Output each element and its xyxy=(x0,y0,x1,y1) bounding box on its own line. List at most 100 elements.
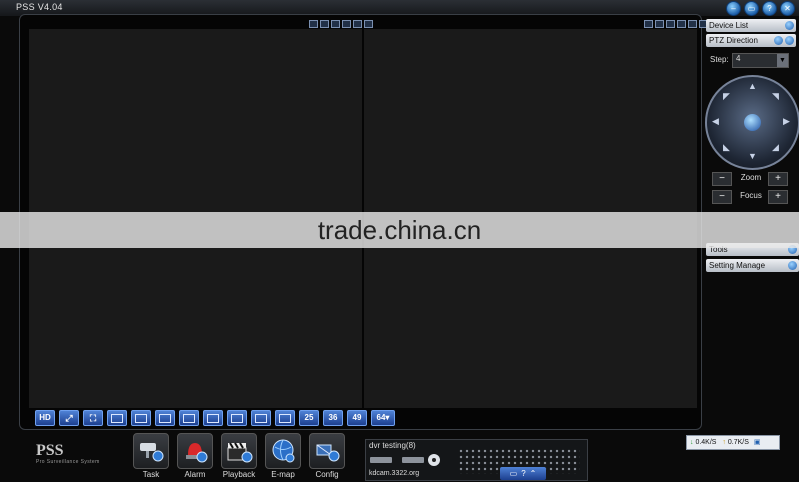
dock-alarm[interactable]: Alarm xyxy=(177,433,213,479)
ptz-left-arrow-icon[interactable]: ◀ xyxy=(712,116,719,127)
setting-manage-header[interactable]: Setting Manage xyxy=(706,259,799,272)
expand-icon[interactable] xyxy=(785,21,794,30)
fullscreen-button[interactable]: ⛶ xyxy=(83,410,103,426)
network-settings-icon[interactable]: ▣ xyxy=(754,439,761,446)
pane-talk-icon[interactable] xyxy=(677,20,686,28)
step-value: 4 xyxy=(736,54,741,63)
dock-playback[interactable]: Playback xyxy=(221,433,257,479)
alarm-light-icon xyxy=(177,433,213,469)
upload-rate: 0.7K/S xyxy=(727,439,749,446)
device-list-header[interactable]: Device List xyxy=(706,19,796,32)
dock-playback-label: Playback xyxy=(222,470,256,479)
window-controls: – ▭ ? ✕ xyxy=(726,1,795,16)
config-icon xyxy=(309,433,345,469)
setting-manage-label: Setting Manage xyxy=(709,261,766,270)
watermark: trade.china.cn xyxy=(0,212,799,248)
focus-row: − Focus + xyxy=(710,190,790,204)
dock-emap-label: E-map xyxy=(271,470,295,479)
dock-task[interactable]: Task xyxy=(133,433,169,479)
layout-8-icon xyxy=(183,413,195,423)
pane-record-icon[interactable] xyxy=(644,20,653,28)
pane-fullscreen-icon[interactable] xyxy=(353,20,362,28)
fit-button[interactable]: ⤢ xyxy=(59,410,79,426)
layout-16-icon xyxy=(255,413,267,423)
focus-out-button[interactable]: − xyxy=(712,190,732,204)
layout-13-button[interactable] xyxy=(227,410,247,426)
bottom-dock: Task Alarm Playback E-map Config xyxy=(133,433,345,479)
help-button[interactable]: ? xyxy=(762,1,777,16)
ptz-settings-icon[interactable] xyxy=(774,36,783,45)
layout-16-button[interactable] xyxy=(251,410,271,426)
layout-4-button[interactable] xyxy=(131,410,151,426)
video-pane-2[interactable] xyxy=(364,29,697,212)
pane-fullscreen-icon[interactable] xyxy=(688,20,697,28)
layout-6-icon xyxy=(159,413,171,423)
zoom-out-button[interactable]: − xyxy=(712,172,732,186)
layout-13-icon xyxy=(231,413,243,423)
layout-9-button[interactable] xyxy=(203,410,223,426)
pss-logo-subtitle: Pro Surveillance System xyxy=(36,459,100,465)
layout-9-icon xyxy=(207,413,219,423)
layout-25-button[interactable]: 25 xyxy=(299,410,319,426)
layout-36-button[interactable]: 36 xyxy=(323,410,343,426)
ptz-downright-arrow-icon[interactable]: ◢ xyxy=(772,142,779,153)
video-pane-3[interactable] xyxy=(29,248,362,408)
ptz-direction-pad[interactable]: ▲ ▼ ◀ ▶ ◤ ◥ ◣ ◢ xyxy=(705,75,799,170)
pane-close-icon[interactable] xyxy=(364,20,373,28)
ptz-direction-label: PTZ Direction xyxy=(709,36,758,45)
camera-icon xyxy=(133,433,169,469)
layout-1-button[interactable] xyxy=(107,410,127,426)
download-arrow-icon: ↓ xyxy=(690,439,694,446)
ptz-upright-arrow-icon[interactable]: ◥ xyxy=(772,91,779,102)
ptz-center-button[interactable] xyxy=(744,114,761,131)
dock-emap[interactable]: E-map xyxy=(265,433,301,479)
zoom-row: − Zoom + xyxy=(710,172,790,186)
step-select[interactable]: 4 ▼ xyxy=(732,53,789,68)
video-pane-1[interactable] xyxy=(29,29,362,212)
ptz-right-arrow-icon[interactable]: ▶ xyxy=(783,116,790,127)
dock-config[interactable]: Config xyxy=(309,433,345,479)
close-button[interactable]: ✕ xyxy=(780,1,795,16)
layout-8-button[interactable] xyxy=(179,410,199,426)
ptz-downleft-arrow-icon[interactable]: ◣ xyxy=(723,142,730,153)
ptz-down-arrow-icon[interactable]: ▼ xyxy=(748,151,757,161)
pss-logo: PSS xyxy=(36,442,64,459)
mini-toolbar: ▭ ? ⌃ xyxy=(500,467,546,480)
pane-snapshot-icon[interactable] xyxy=(655,20,664,28)
maximize-button[interactable]: ▭ xyxy=(744,1,759,16)
hd-button[interactable]: HD xyxy=(35,410,55,426)
help-icon[interactable]: ? xyxy=(521,469,525,478)
collapse-icon[interactable] xyxy=(785,36,794,45)
chevron-icon[interactable]: ⌃ xyxy=(530,469,537,478)
ptz-upleft-arrow-icon[interactable]: ◤ xyxy=(723,91,730,102)
dock-task-label: Task xyxy=(142,470,160,479)
keyboard-icon[interactable]: ▭ xyxy=(510,469,518,478)
right-panel: Device List PTZ Direction xyxy=(706,19,796,49)
ptz-direction-header[interactable]: PTZ Direction xyxy=(706,34,796,47)
layout-6-button[interactable] xyxy=(155,410,175,426)
layout-49-button[interactable]: 49 xyxy=(347,410,367,426)
pane-talk-icon[interactable] xyxy=(342,20,351,28)
pane-2-toolbar xyxy=(644,20,708,28)
device-host: kdcam.3322.org xyxy=(369,470,420,477)
layout-64-button[interactable]: 64▾ xyxy=(371,410,395,426)
chevron-down-icon: ▼ xyxy=(777,54,788,67)
pane-audio-icon[interactable] xyxy=(331,20,340,28)
focus-label: Focus xyxy=(740,191,762,200)
download-rate: 0.4K/S xyxy=(695,439,717,446)
pane-audio-icon[interactable] xyxy=(666,20,675,28)
video-pane-4[interactable] xyxy=(364,248,697,408)
minimize-button[interactable]: – xyxy=(726,1,741,16)
clapperboard-icon xyxy=(221,433,257,469)
layout-20-icon xyxy=(279,413,291,423)
layout-20-button[interactable] xyxy=(275,410,295,426)
layout-1-icon xyxy=(111,413,123,423)
device-status-bar: dvr testing(8) kdcam.3322.org xyxy=(365,439,588,481)
ptz-up-arrow-icon[interactable]: ▲ xyxy=(748,81,757,91)
pane-snapshot-icon[interactable] xyxy=(320,20,329,28)
expand-icon[interactable] xyxy=(788,261,797,270)
focus-in-button[interactable]: + xyxy=(768,190,788,204)
dvr-device-icons[interactable] xyxy=(370,453,440,467)
pane-record-icon[interactable] xyxy=(309,20,318,28)
zoom-in-button[interactable]: + xyxy=(768,172,788,186)
